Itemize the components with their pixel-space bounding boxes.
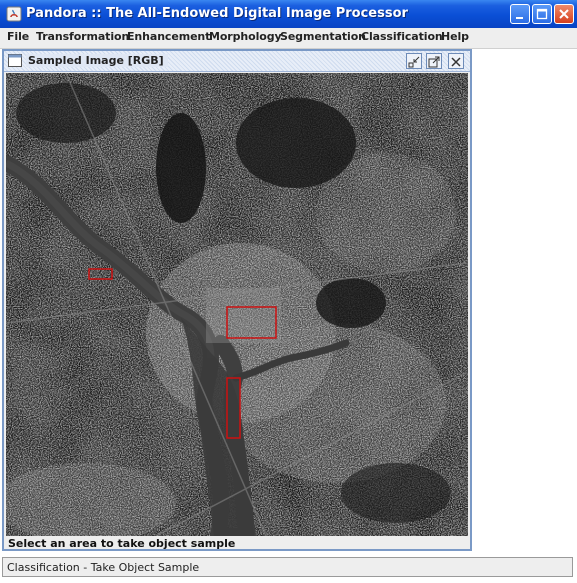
minimize-icon (516, 17, 523, 19)
frame-maximize-icon (428, 56, 440, 68)
maximize-button[interactable] (532, 4, 552, 24)
menu-enhancement[interactable]: Enhancement (127, 30, 210, 43)
frame-close-button[interactable] (448, 53, 464, 69)
status-bar-text: Classification - Take Object Sample (7, 561, 200, 574)
menu-file[interactable]: File (7, 30, 29, 43)
close-icon (559, 9, 569, 19)
maximize-icon (536, 8, 548, 20)
menu-bar: File Transformation Enhancement Morpholo… (0, 28, 577, 49)
window-title: Pandora :: The All-Endowed Digital Image… (26, 6, 408, 21)
iconify-button[interactable] (406, 53, 422, 69)
menu-transformation[interactable]: Transformation (36, 30, 129, 43)
java-app-icon (6, 6, 22, 22)
close-button[interactable] (554, 4, 574, 24)
satellite-image[interactable] (6, 73, 468, 536)
satellite-image-canvas[interactable] (6, 73, 468, 536)
menu-segmentation[interactable]: Segmentation (280, 30, 366, 43)
iconify-icon (408, 56, 420, 68)
menu-help[interactable]: Help (441, 30, 469, 43)
frame-maximize-button[interactable] (426, 53, 442, 69)
status-bar: Classification - Take Object Sample (2, 557, 573, 577)
menu-morphology[interactable]: Morphology (209, 30, 282, 43)
frame-status-text: Select an area to take object sample (8, 537, 236, 550)
frame-close-icon (451, 57, 461, 67)
frame-title-bar[interactable]: Sampled Image [RGB] (4, 51, 470, 72)
minimize-button[interactable] (510, 4, 530, 24)
title-bar[interactable]: Pandora :: The All-Endowed Digital Image… (0, 0, 577, 29)
menu-classification[interactable]: Classification (361, 30, 443, 43)
app-window: Pandora :: The All-Endowed Digital Image… (0, 0, 577, 583)
frame-title: Sampled Image [RGB] (26, 54, 168, 67)
sampled-image-frame: Sampled Image [RGB] Select an area to ta… (2, 49, 472, 551)
window-icon (8, 54, 22, 67)
